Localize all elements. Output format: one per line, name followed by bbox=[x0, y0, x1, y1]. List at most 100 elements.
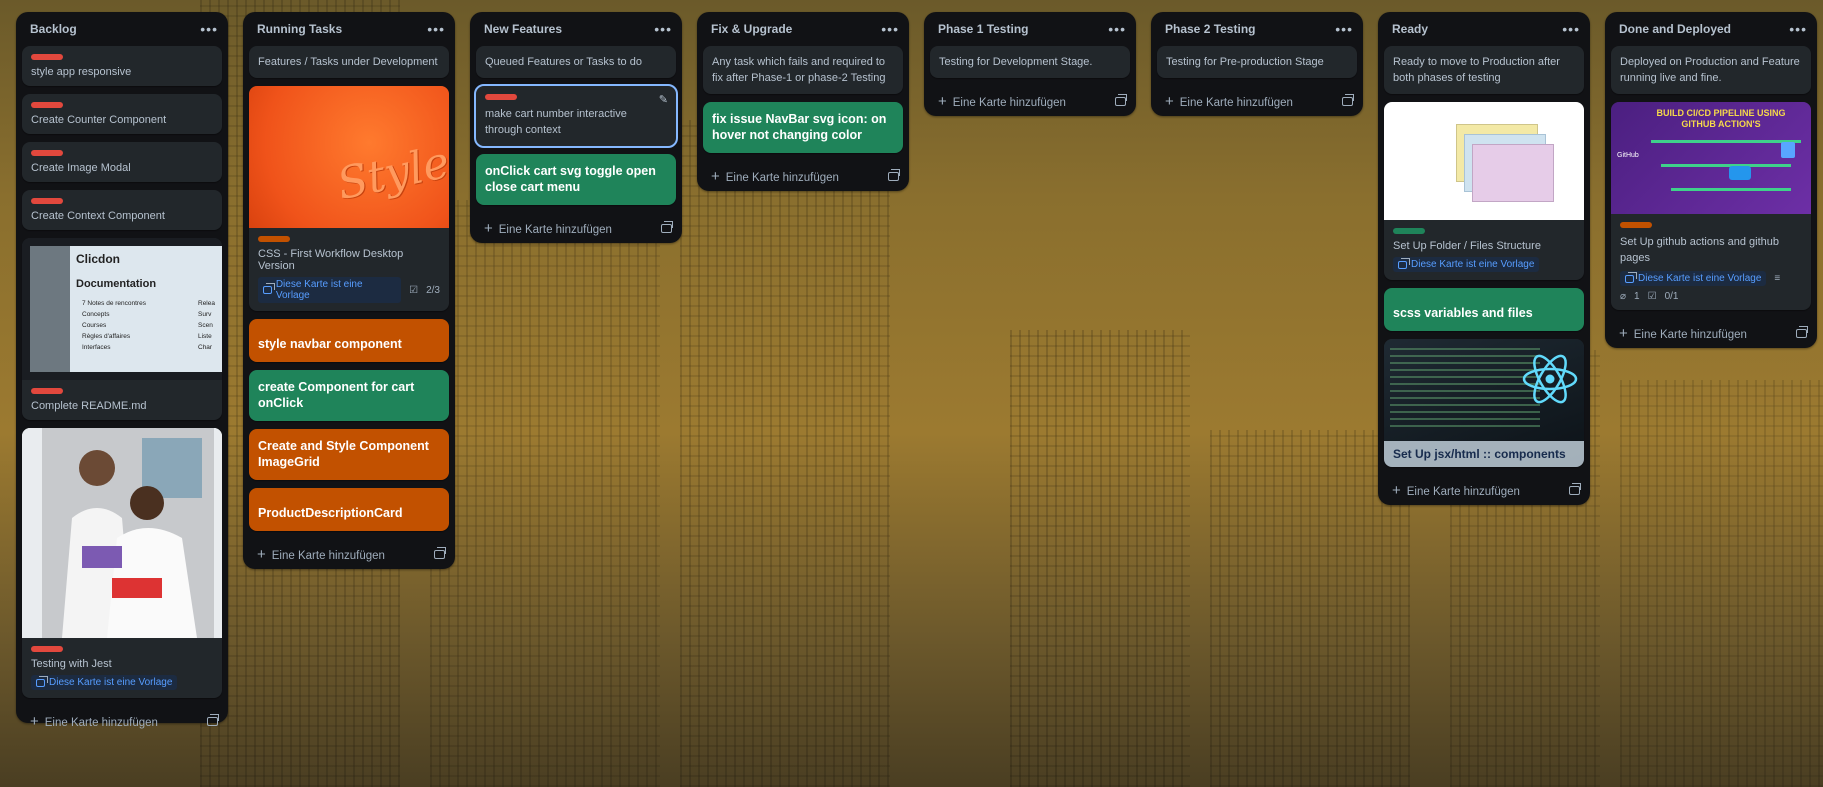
card[interactable]: onClick cart svg toggle open close cart … bbox=[476, 154, 676, 205]
list-title[interactable]: New Features bbox=[484, 22, 562, 36]
list-title[interactable]: Phase 2 Testing bbox=[1165, 22, 1255, 36]
cover-style-text: Style bbox=[332, 136, 449, 211]
card[interactable]: BUILD CI/CD PIPELINE USING GITHUB ACTION… bbox=[1611, 102, 1811, 310]
card[interactable]: Clicdon Documentation 7 Notes de rencont… bbox=[22, 238, 222, 420]
label-green bbox=[1393, 228, 1425, 234]
list-description-card[interactable]: Deployed on Production and Feature runni… bbox=[1611, 46, 1811, 94]
list-header: Phase 2 Testing ••• bbox=[1151, 12, 1363, 46]
card-title: Complete README.md bbox=[31, 400, 147, 412]
card[interactable]: create Component for cart onClick bbox=[249, 370, 449, 421]
list-title[interactable]: Running Tasks bbox=[257, 22, 342, 36]
more-icon[interactable]: ••• bbox=[654, 22, 672, 36]
add-card-button[interactable]: + Eine Karte hinzufügen bbox=[470, 213, 682, 243]
description-icon: ≡ bbox=[1774, 273, 1781, 284]
add-card-button[interactable]: + Eine Karte hinzufügen bbox=[697, 161, 909, 191]
more-icon[interactable]: ••• bbox=[200, 22, 218, 36]
create-from-template-icon[interactable] bbox=[1115, 93, 1127, 106]
more-icon[interactable]: ••• bbox=[1789, 22, 1807, 36]
label-red bbox=[31, 198, 63, 204]
checklist-icon: ☑ bbox=[1647, 291, 1657, 302]
plus-icon: + bbox=[30, 712, 39, 730]
create-from-template-icon[interactable] bbox=[434, 546, 446, 559]
create-from-template-icon[interactable] bbox=[1342, 93, 1354, 106]
card-cover-lab-photo bbox=[22, 428, 222, 638]
add-card-button[interactable]: + Eine Karte hinzufügen bbox=[243, 539, 455, 569]
card[interactable]: Style CSS - First Workflow Desktop Versi… bbox=[249, 86, 449, 311]
list-description-card[interactable]: Ready to move to Production after both p… bbox=[1384, 46, 1584, 94]
card[interactable]: Testing with Jest Diese Karte ist eine V… bbox=[22, 428, 222, 698]
card[interactable]: Create Context Component bbox=[22, 190, 222, 230]
create-from-template-icon[interactable] bbox=[661, 220, 673, 233]
list-title[interactable]: Phase 1 Testing bbox=[938, 22, 1028, 36]
cover-item: Surv bbox=[198, 311, 212, 318]
card-title: Any task which fails and required to fix… bbox=[712, 56, 886, 84]
more-icon[interactable]: ••• bbox=[1562, 22, 1580, 36]
add-card-button[interactable]: + Eine Karte hinzufügen bbox=[1605, 318, 1817, 348]
card[interactable]: style navbar component bbox=[249, 319, 449, 362]
card-title: fix issue NavBar svg icon: on hover not … bbox=[712, 112, 887, 142]
list-header: Fix & Upgrade ••• bbox=[697, 12, 909, 46]
add-card-button[interactable]: + Eine Karte hinzufügen bbox=[1378, 475, 1590, 505]
more-icon[interactable]: ••• bbox=[1335, 22, 1353, 36]
card[interactable]: style app responsive bbox=[22, 46, 222, 86]
list-description-card[interactable]: Any task which fails and required to fix… bbox=[703, 46, 903, 94]
list-description-card[interactable]: Features / Tasks under Development bbox=[249, 46, 449, 78]
label-red bbox=[31, 102, 63, 108]
card[interactable]: Create Counter Component bbox=[22, 94, 222, 134]
card-cover-folders bbox=[1384, 102, 1584, 220]
label-orange bbox=[1620, 222, 1652, 228]
list-title[interactable]: Done and Deployed bbox=[1619, 22, 1731, 36]
list-fix-upgrade: Fix & Upgrade ••• Any task which fails a… bbox=[697, 12, 909, 191]
card[interactable]: scss variables and files bbox=[1384, 288, 1584, 331]
more-icon[interactable]: ••• bbox=[1108, 22, 1126, 36]
cover-item: Concepts bbox=[82, 311, 110, 318]
list-phase-1-testing: Phase 1 Testing ••• Testing for Developm… bbox=[924, 12, 1136, 116]
list-header: New Features ••• bbox=[470, 12, 682, 46]
card-title: Create Image Modal bbox=[31, 162, 131, 174]
card-cover-style: Style bbox=[249, 86, 449, 228]
card[interactable]: ✎ make cart number interactive through c… bbox=[474, 84, 678, 148]
cover-github-label: GitHub bbox=[1617, 152, 1639, 159]
template-icon bbox=[1398, 257, 1410, 269]
card-title: Create Counter Component bbox=[31, 114, 167, 126]
card[interactable]: fix issue NavBar svg icon: on hover not … bbox=[703, 102, 903, 153]
card-title: style navbar component bbox=[258, 337, 402, 351]
card[interactable]: Set Up Folder / Files Structure Diese Ka… bbox=[1384, 102, 1584, 280]
attachment-icon: ⌀ bbox=[1620, 291, 1627, 302]
plus-icon: + bbox=[1392, 481, 1401, 499]
list-description-card[interactable]: Testing for Development Stage. bbox=[930, 46, 1130, 78]
checklist-icon: ☑ bbox=[409, 284, 419, 296]
create-from-template-icon[interactable] bbox=[207, 713, 219, 726]
add-card-button[interactable]: + Eine Karte hinzufügen bbox=[16, 706, 228, 736]
card[interactable]: Set Up jsx/html :: components bbox=[1384, 339, 1584, 467]
cover-item: Liste bbox=[198, 333, 212, 340]
create-from-template-icon[interactable] bbox=[1796, 325, 1808, 338]
cover-item: Char bbox=[198, 344, 213, 351]
card-title: ProductDescriptionCard bbox=[258, 506, 403, 520]
template-badge: Diese Karte ist eine Vorlage bbox=[1393, 257, 1540, 272]
add-card-button[interactable]: + Eine Karte hinzufügen bbox=[1151, 86, 1363, 116]
edit-icon[interactable]: ✎ bbox=[659, 92, 668, 108]
list-title[interactable]: Ready bbox=[1392, 22, 1428, 36]
attachment-count: 1 bbox=[1634, 291, 1640, 302]
list-running-tasks: Running Tasks ••• Features / Tasks under… bbox=[243, 12, 455, 569]
list-description-card[interactable]: Testing for Pre-production Stage bbox=[1157, 46, 1357, 78]
plus-icon: + bbox=[484, 219, 493, 237]
card[interactable]: Create Image Modal bbox=[22, 142, 222, 182]
cover-title: BUILD CI/CD PIPELINE USING GITHUB ACTION… bbox=[1656, 108, 1786, 129]
create-from-template-icon[interactable] bbox=[1569, 482, 1581, 495]
card[interactable]: Create and Style Component ImageGrid bbox=[249, 429, 449, 480]
label-red bbox=[31, 646, 63, 652]
more-icon[interactable]: ••• bbox=[427, 22, 445, 36]
create-from-template-icon[interactable] bbox=[888, 168, 900, 181]
card-title: Ready to move to Production after both p… bbox=[1393, 56, 1560, 84]
add-card-button[interactable]: + Eine Karte hinzufügen bbox=[924, 86, 1136, 116]
list-description-card[interactable]: Queued Features or Tasks to do bbox=[476, 46, 676, 78]
list-title[interactable]: Fix & Upgrade bbox=[711, 22, 792, 36]
list-title[interactable]: Backlog bbox=[30, 22, 77, 36]
more-icon[interactable]: ••• bbox=[881, 22, 899, 36]
cover-app-title: Clicdon bbox=[76, 252, 120, 266]
card-title: Queued Features or Tasks to do bbox=[485, 56, 642, 68]
plus-icon: + bbox=[1619, 324, 1628, 342]
card[interactable]: ProductDescriptionCard bbox=[249, 488, 449, 531]
